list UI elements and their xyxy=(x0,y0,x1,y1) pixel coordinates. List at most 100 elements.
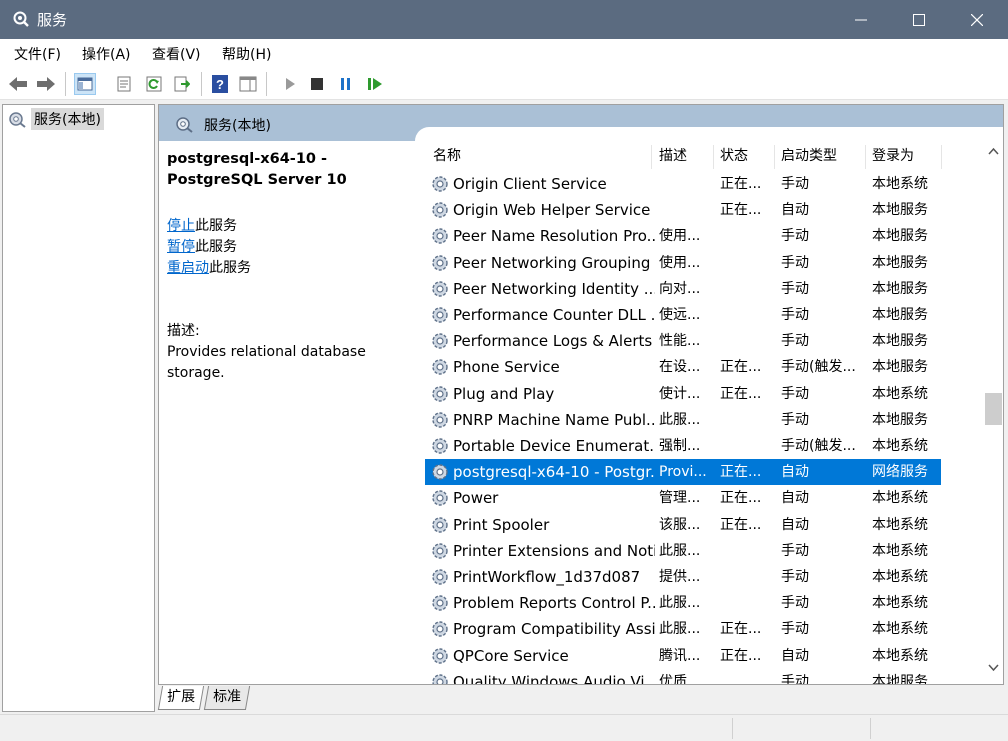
table-row[interactable]: Portable Device Enumerat... 强制... 手动(触发...… xyxy=(425,433,941,459)
table-row[interactable]: Power 管理... 正在... 自动 本地系统 xyxy=(425,485,941,511)
selected-service-name: postgresql-x64-10 - PostgreSQL Server 10 xyxy=(167,151,347,188)
service-gear-icon xyxy=(432,464,448,480)
tab-extended[interactable]: 扩展 xyxy=(157,686,205,710)
service-gear-icon xyxy=(432,307,448,323)
cell-log-on-as: 本地服务 xyxy=(872,254,928,271)
service-gear-icon xyxy=(432,385,448,402)
service-gear-icon xyxy=(432,333,448,349)
column-separator xyxy=(941,145,942,169)
cell-log-on-as: 本地系统 xyxy=(872,647,928,664)
cell-name: Phone Service xyxy=(453,358,560,377)
column-header-status[interactable]: 状态 xyxy=(720,143,748,169)
start-service-button[interactable] xyxy=(279,73,301,95)
sort-ascending-icon: ˄ xyxy=(533,143,539,150)
service-gear-icon xyxy=(432,595,448,611)
restart-service-button[interactable] xyxy=(364,73,386,95)
pause-service-button[interactable] xyxy=(335,73,357,95)
table-row[interactable]: Performance Logs & Alerts 性能... 手动 本地服务 xyxy=(425,328,941,354)
cell-startup-type: 手动 xyxy=(781,542,809,559)
table-row[interactable]: Program Compatibility Assi... 此服... 正在... 手… xyxy=(425,616,941,642)
scroll-down-arrow-icon[interactable] xyxy=(988,664,999,672)
scroll-up-arrow-icon[interactable] xyxy=(988,147,999,155)
forward-button[interactable] xyxy=(35,73,57,95)
menu-file[interactable]: 文件(F) xyxy=(14,44,61,64)
cell-log-on-as: 本地系统 xyxy=(872,176,928,192)
cell-name: Print Spooler xyxy=(453,515,550,534)
maximize-button[interactable] xyxy=(890,0,948,39)
table-row[interactable]: PNRP Machine Name Publ... 此服... 手动 本地服务 xyxy=(425,407,941,433)
cell-startup-type: 手动 xyxy=(781,595,809,612)
cell-log-on-as: 本地服务 xyxy=(872,202,928,219)
cell-startup-type: 手动 xyxy=(781,176,809,192)
properties-button[interactable] xyxy=(113,73,135,95)
help-button[interactable]: ? xyxy=(209,73,231,95)
column-separator xyxy=(774,145,775,169)
table-row[interactable]: Print Spooler 该服... 正在... 自动 本地系统 xyxy=(425,512,941,538)
table-row[interactable]: Problem Reports Control P... 此服... 手动 本地系统 xyxy=(425,590,941,616)
menu-action[interactable]: 操作(A) xyxy=(82,44,131,64)
cell-log-on-as: 本地系统 xyxy=(872,490,928,507)
table-row[interactable]: Phone Service 在设... 正在... 手动(触发... 本地服务 xyxy=(425,354,941,380)
cell-description: 该服... xyxy=(659,516,701,533)
cell-name: Problem Reports Control P... xyxy=(453,594,655,613)
table-row[interactable]: Peer Networking Grouping 使用... 手动 本地服务 xyxy=(425,250,941,276)
stop-service-button[interactable] xyxy=(306,73,328,95)
vertical-scrollbar[interactable] xyxy=(983,143,1003,684)
table-row[interactable]: Origin Web Helper Service 正在... 自动 本地服务 xyxy=(425,197,941,223)
cell-name: Peer Name Resolution Pro... xyxy=(453,227,655,246)
action-pane-button[interactable] xyxy=(237,73,259,95)
gear-magnifier-icon xyxy=(176,117,193,133)
cell-status: 正在... xyxy=(720,359,762,376)
restart-service-icon xyxy=(368,78,382,90)
tree-item-services-local[interactable]: 服务(本地) xyxy=(7,108,104,130)
refresh-button[interactable] xyxy=(143,73,165,95)
export-list-button[interactable] xyxy=(171,73,193,95)
toolbar-separator xyxy=(65,72,66,96)
service-gear-icon xyxy=(432,569,448,585)
gear-magnifier-icon xyxy=(13,11,29,27)
cell-status: 正在... xyxy=(720,464,762,481)
table-row[interactable]: Origin Client Service 正在... 手动 本地系统 xyxy=(425,171,941,197)
menu-view[interactable]: 查看(V) xyxy=(152,44,201,64)
cell-description: 管理... xyxy=(659,490,701,507)
close-button[interactable] xyxy=(948,0,1006,39)
minimize-button[interactable] xyxy=(832,0,890,39)
cell-status xyxy=(720,564,770,590)
cell-startup-type: 手动 xyxy=(781,333,809,350)
cell-name: Origin Web Helper Service xyxy=(453,201,651,220)
cell-startup-type: 自动 xyxy=(781,490,809,507)
menu-help[interactable]: 帮助(H) xyxy=(222,44,271,64)
cell-name: Printer Extensions and Noti... xyxy=(453,541,655,560)
refresh-icon xyxy=(146,76,162,92)
service-gear-icon xyxy=(432,674,448,684)
status-segment xyxy=(732,718,733,739)
back-button[interactable] xyxy=(7,73,29,95)
table-row[interactable]: QPCore Service 腾讯... 正在... 自动 本地系统 xyxy=(425,643,941,669)
stop-link[interactable]: 停止 xyxy=(167,218,195,234)
cell-status xyxy=(720,302,770,328)
column-header-description[interactable]: 描述 xyxy=(659,143,687,169)
table-row[interactable]: PrintWorkflow_1d37d087 提供... 手动 本地系统 xyxy=(425,564,941,590)
column-header-log-on-as[interactable]: 登录为 xyxy=(872,143,914,169)
cell-name: Plug and Play xyxy=(453,384,555,403)
maximize-icon xyxy=(913,13,925,26)
show-hide-tree-button[interactable] xyxy=(74,73,96,95)
table-row[interactable]: Plug and Play 使计... 正在... 手动 本地系统 xyxy=(425,381,941,407)
restart-link[interactable]: 重启动 xyxy=(167,260,209,276)
cell-status xyxy=(720,433,770,459)
cell-description: 向对... xyxy=(659,280,701,297)
table-row[interactable]: Quality Windows Audio Vi... 优质... 手动 本地服务 xyxy=(425,669,941,685)
column-header-name[interactable]: 名称 xyxy=(433,143,461,169)
tab-standard[interactable]: 标准 xyxy=(203,686,251,710)
table-row[interactable]: Peer Name Resolution Pro... 使用... 手动 本地服务 xyxy=(425,223,941,249)
column-header-startup-type[interactable]: 启动类型 xyxy=(781,143,837,169)
table-row[interactable]: Peer Networking Identity ... 向对... 手动 本地服务 xyxy=(425,276,941,302)
cell-name: Quality Windows Audio Vi... xyxy=(453,672,655,685)
cell-status xyxy=(720,590,770,616)
pause-link[interactable]: 暂停 xyxy=(167,239,195,255)
cell-status: 正在... xyxy=(720,647,762,664)
table-row-selected[interactable]: postgresql-x64-10 - Postgr... Provi... 正在.… xyxy=(425,459,941,486)
scrollbar-thumb[interactable] xyxy=(985,393,1002,425)
table-row[interactable]: Performance Counter DLL ... 使远... 手动 本地服务 xyxy=(425,302,941,328)
table-row[interactable]: Printer Extensions and Noti... 此服... 手动 本地系… xyxy=(425,538,941,564)
